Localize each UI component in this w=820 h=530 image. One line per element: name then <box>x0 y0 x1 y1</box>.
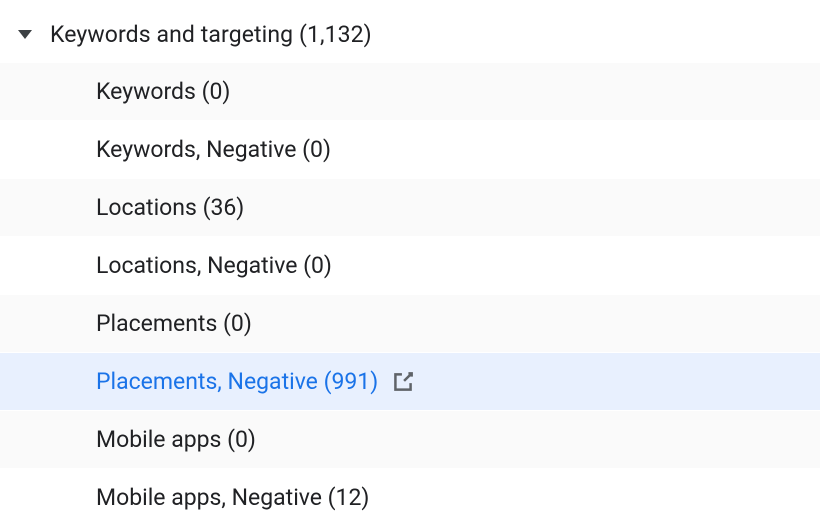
targeting-tree: Keywords and targeting (1,132) Keywords … <box>0 0 820 526</box>
tree-item[interactable]: Locations (36) <box>0 178 820 236</box>
tree-item[interactable]: Mobile apps (0) <box>0 410 820 468</box>
tree-item-label: Placements, Negative (991) <box>96 370 378 393</box>
tree-parent-label: Keywords and targeting (1,132) <box>50 23 372 46</box>
tree-parent-keywords-targeting[interactable]: Keywords and targeting (1,132) <box>0 10 820 58</box>
tree-item-label: Keywords (0) <box>96 80 230 103</box>
tree-children: Keywords (0) Keywords, Negative (0) Locati… <box>0 58 820 526</box>
tree-item[interactable]: Keywords (0) <box>0 62 820 120</box>
open-external-icon[interactable] <box>390 369 416 395</box>
tree-item-label: Mobile apps, Negative (12) <box>96 486 369 509</box>
tree-item-label: Locations (36) <box>96 196 244 219</box>
tree-item[interactable]: Mobile apps, Negative (12) <box>0 468 820 526</box>
tree-item-label: Keywords, Negative (0) <box>96 138 331 161</box>
collapse-icon <box>18 30 32 39</box>
tree-item-label: Placements (0) <box>96 312 252 335</box>
tree-item-label: Locations, Negative (0) <box>96 254 332 277</box>
tree-item-label: Mobile apps (0) <box>96 428 256 451</box>
tree-item[interactable]: Keywords, Negative (0) <box>0 120 820 178</box>
tree-item[interactable]: Locations, Negative (0) <box>0 236 820 294</box>
tree-item[interactable]: Placements (0) <box>0 294 820 352</box>
tree-item[interactable]: Placements, Negative (991) <box>0 352 820 410</box>
